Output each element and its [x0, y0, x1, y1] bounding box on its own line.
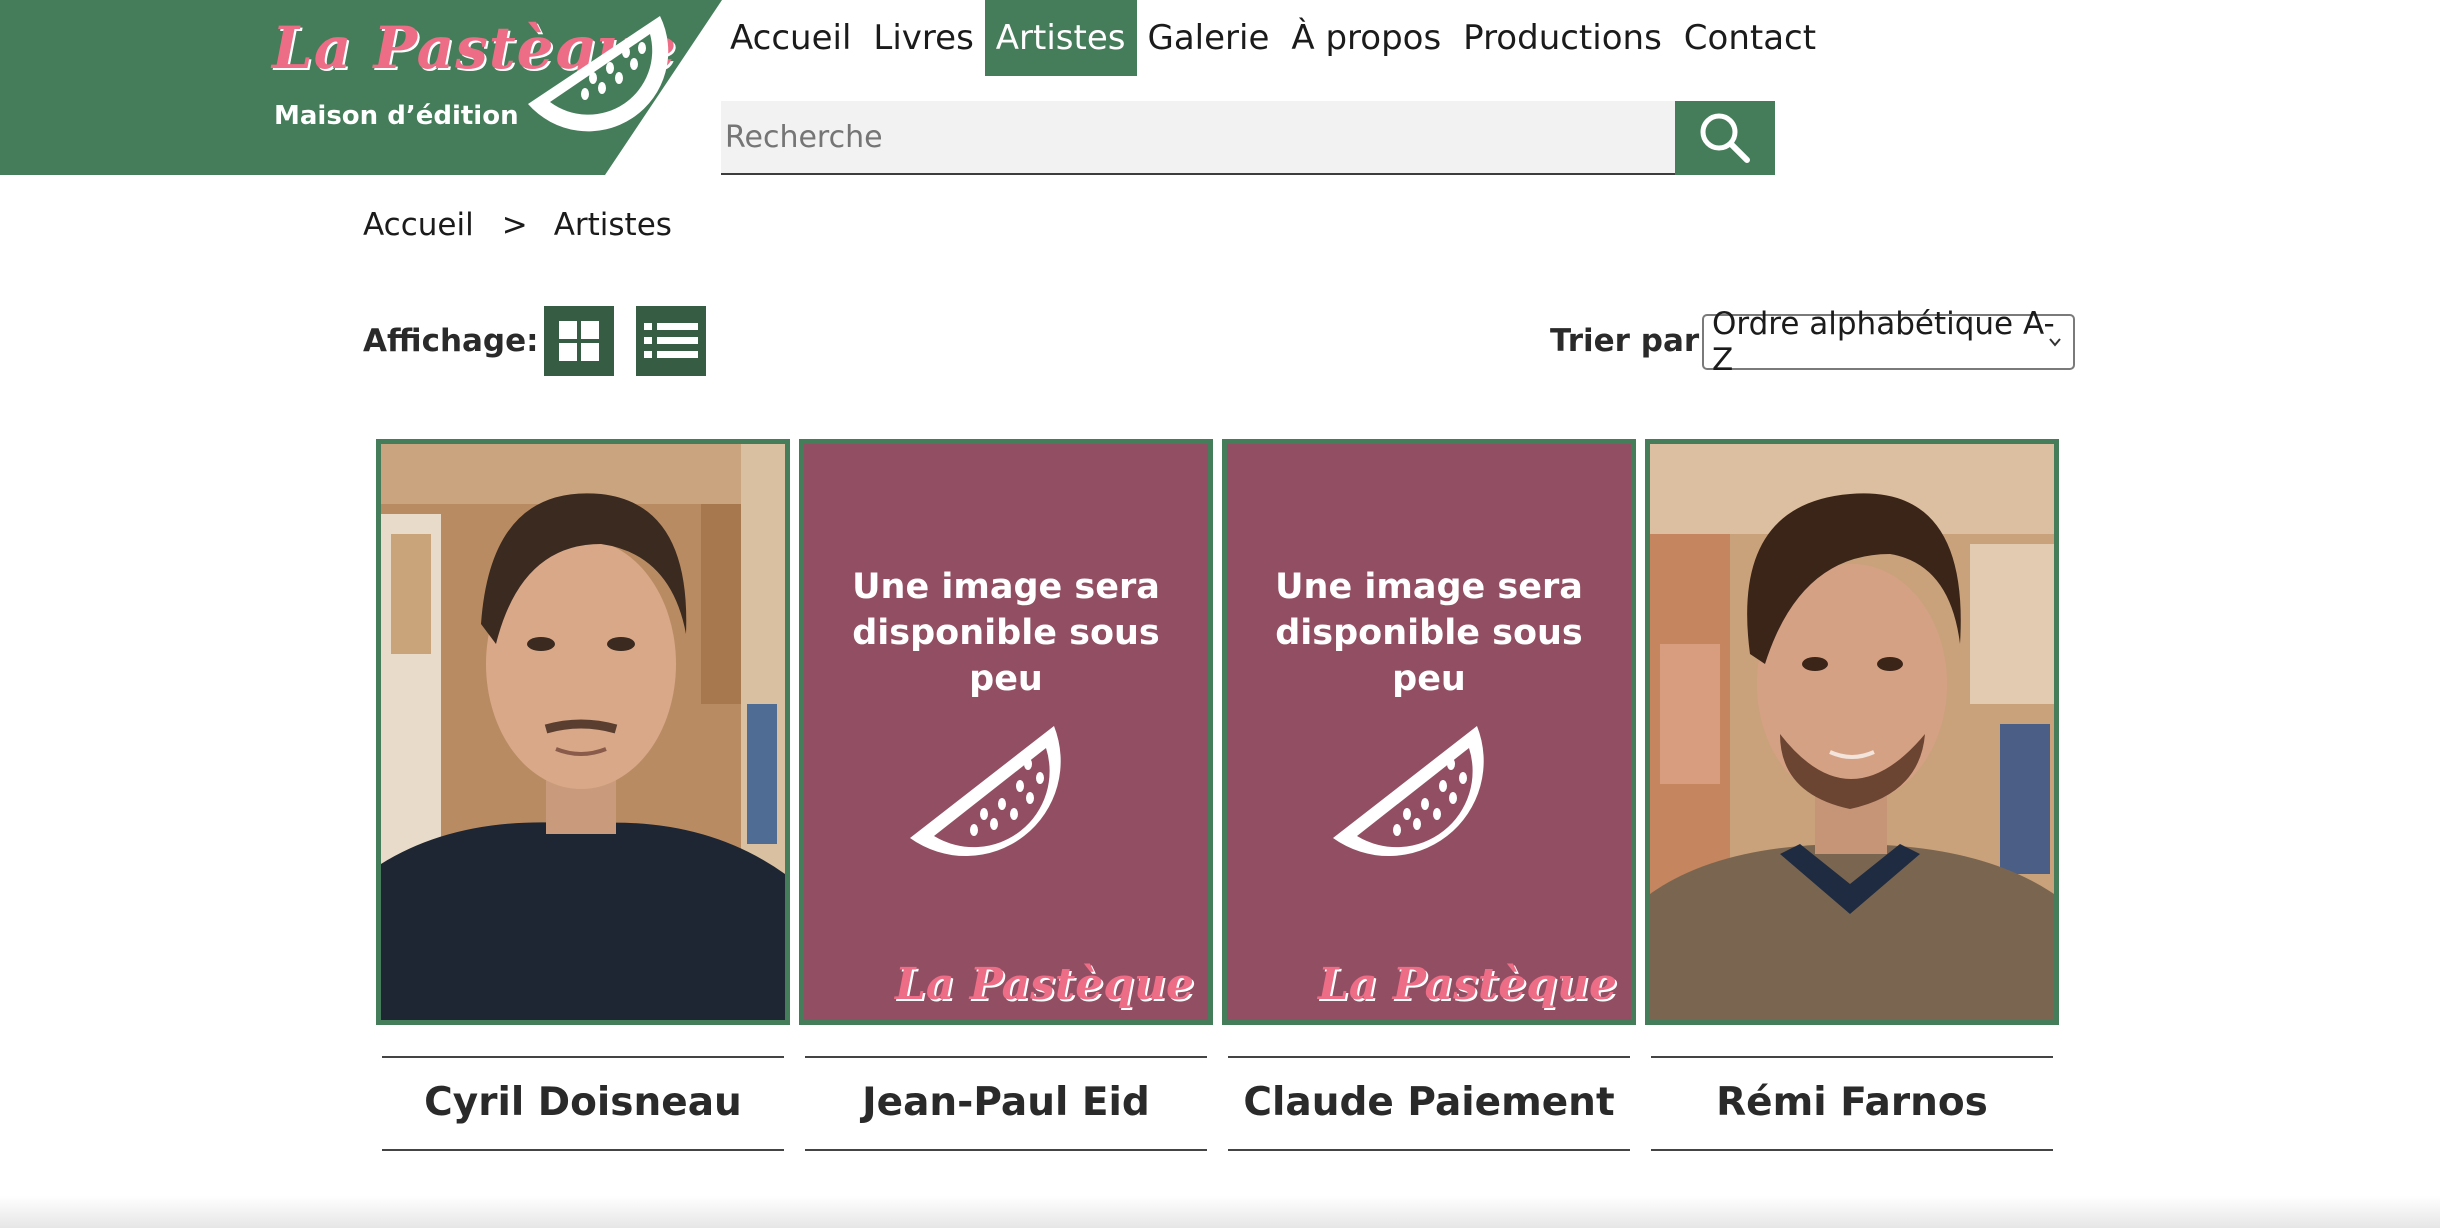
artist-photo[interactable] [376, 439, 790, 1025]
artist-name[interactable]: Claude Paiement [1222, 1080, 1636, 1125]
sort-select-value: Ordre alphabétique A-Z [1712, 306, 2055, 378]
divider [805, 1149, 1207, 1151]
chevron-down-icon [2049, 338, 2061, 347]
search-input[interactable] [721, 101, 1675, 175]
nav-item-galerie[interactable]: Galerie [1137, 0, 1281, 76]
artist-name[interactable]: Jean-Paul Eid [799, 1080, 1213, 1125]
placeholder-image: Une image sera disponible sous peu La Pa… [1227, 444, 1631, 1020]
main-nav: Accueil Livres Artistes Galerie À propos… [719, 0, 1827, 76]
watermelon-icon [910, 726, 1061, 857]
placeholder-image: Une image sera disponible sous peu La Pa… [804, 444, 1208, 1020]
page-bottom-edge [0, 1196, 2440, 1228]
display-label: Affichage: [363, 323, 539, 359]
divider [805, 1056, 1207, 1058]
breadcrumb-home[interactable]: Accueil [363, 207, 474, 243]
placeholder-logo: La Pastèque [894, 959, 1194, 1010]
watermelon-icon [1333, 726, 1484, 857]
placeholder-text: Une image sera disponible sous peu [1275, 567, 1583, 699]
artist-photo-placeholder[interactable]: Une image sera disponible sous peu La Pa… [799, 439, 1213, 1025]
divider [382, 1056, 784, 1058]
nav-item-productions[interactable]: Productions [1452, 0, 1673, 76]
divider [1651, 1149, 2053, 1151]
placeholder-text: Une image sera disponible sous peu [852, 567, 1160, 699]
artist-card: Rémi Farnos [1645, 439, 2059, 1151]
divider [382, 1149, 784, 1151]
portrait-image [381, 444, 785, 1020]
divider [1228, 1056, 1630, 1058]
list-view-button[interactable] [636, 306, 706, 376]
artist-card: Une image sera disponible sous peu La Pa… [1222, 439, 1636, 1151]
sort-label: Trier par: [1550, 323, 1712, 359]
search-button[interactable] [1675, 101, 1775, 175]
list-view-icon [644, 323, 698, 358]
nav-item-accueil[interactable]: Accueil [719, 0, 862, 76]
artist-photo[interactable] [1645, 439, 2059, 1025]
placeholder-logo: La Pastèque [1317, 959, 1617, 1010]
nav-item-contact[interactable]: Contact [1673, 0, 1827, 76]
breadcrumb: Accueil > Artistes [363, 207, 672, 243]
page: La Pastèque Maison d’édition Accueil Liv… [0, 0, 2440, 1228]
watermelon-logo-icon [528, 16, 669, 132]
logo-tagline: Maison d’édition [274, 101, 519, 131]
search-icon [1700, 113, 1750, 163]
artist-name[interactable]: Cyril Doisneau [376, 1080, 790, 1125]
divider [1228, 1149, 1630, 1151]
artist-card: Cyril Doisneau [376, 439, 790, 1151]
nav-item-artistes[interactable]: Artistes [984, 0, 1137, 76]
portrait-image [1650, 444, 2054, 1020]
nav-item-livres[interactable]: Livres [862, 0, 984, 76]
nav-item-a-propos[interactable]: À propos [1280, 0, 1452, 76]
grid-view-button[interactable] [544, 306, 614, 376]
divider [1651, 1056, 2053, 1058]
artist-name[interactable]: Rémi Farnos [1645, 1080, 2059, 1125]
breadcrumb-separator: > [501, 207, 528, 243]
artist-card: Une image sera disponible sous peu La Pa… [799, 439, 1213, 1151]
site-header: La Pastèque Maison d’édition Accueil Liv… [0, 0, 2440, 175]
artist-photo-placeholder[interactable]: Une image sera disponible sous peu La Pa… [1222, 439, 1636, 1025]
breadcrumb-current: Artistes [553, 207, 672, 243]
grid-view-icon [559, 321, 599, 361]
sort-select[interactable]: Ordre alphabétique A-Z [1702, 306, 2075, 378]
